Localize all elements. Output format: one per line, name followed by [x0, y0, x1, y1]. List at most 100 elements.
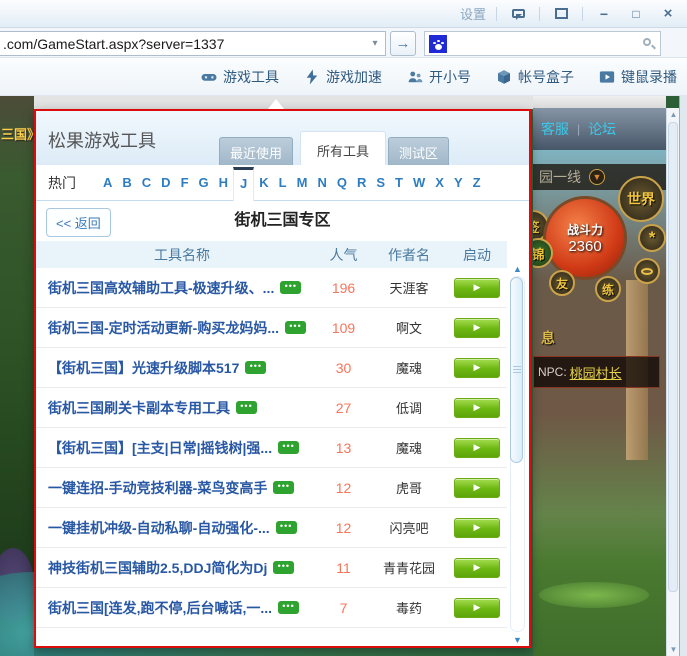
url-input[interactable]: .com/GameStart.aspx?server=1337 ▾ — [0, 31, 386, 56]
gear-icon[interactable]: * — [638, 224, 666, 252]
minimize-button[interactable]: − — [593, 5, 615, 23]
launch-button[interactable]: ▶ — [454, 517, 500, 538]
more-info-icon[interactable]: ••• — [285, 321, 306, 334]
scroll-thumb[interactable] — [510, 277, 523, 463]
table-row: 【街机三国】[主支|日常|摇钱树|强... ••• 13 魔魂 ▶ — [36, 428, 507, 468]
letter-m[interactable]: M — [296, 175, 309, 190]
popularity-value: 12 — [335, 519, 352, 536]
server-name: 园一线 — [539, 169, 581, 185]
toolbar-alt-account-button[interactable]: 开小号 — [406, 67, 471, 87]
letter-h[interactable]: H — [218, 175, 229, 190]
tool-link[interactable]: 一键连招-手动竞技利器-菜鸟变高手 — [48, 478, 267, 498]
tool-link[interactable]: 神技街机三国辅助2.5,DDJ简化为Dj — [48, 558, 267, 578]
more-info-icon[interactable]: ••• — [278, 601, 299, 614]
friends-button[interactable]: 友 — [549, 270, 575, 296]
popularity-value: 109 — [331, 319, 356, 336]
toolbar-game-tools-button[interactable]: 游戏工具 — [200, 67, 279, 87]
popularity-value: 7 — [339, 599, 348, 616]
scroll-down-icon[interactable]: ▼ — [511, 633, 524, 646]
table-row: 一键挂机冲级-自动私聊-自动强化-... ••• 12 闪亮吧 ▶ — [36, 508, 507, 548]
letter-z[interactable]: Z — [472, 175, 482, 190]
npc-link[interactable]: 桃园村长 — [570, 363, 622, 382]
tool-link[interactable]: 【街机三国】[主支|日常|摇钱树|强... — [48, 438, 272, 458]
hot-label[interactable]: 热门 — [48, 173, 76, 193]
letter-y[interactable]: Y — [453, 175, 464, 190]
launch-button[interactable]: ▶ — [454, 597, 500, 618]
url-text[interactable]: .com/GameStart.aspx?server=1337 — [0, 36, 365, 52]
dialog-scrollbar[interactable]: ▲ ▼ — [509, 262, 526, 646]
toolbar-account-box-button[interactable]: 帐号盒子 — [495, 67, 574, 87]
launch-button[interactable]: ▶ — [454, 277, 500, 298]
forum-link[interactable]: 论坛 — [588, 119, 616, 139]
author-name: 魔魂 — [395, 361, 422, 376]
tool-link[interactable]: 街机三国刷关卡副本专用工具 — [48, 398, 230, 418]
letter-n[interactable]: N — [316, 175, 327, 190]
eye-icon[interactable] — [634, 258, 660, 284]
more-info-icon[interactable]: ••• — [280, 281, 302, 294]
back-button[interactable]: << 返回 — [46, 208, 111, 237]
banner-dropdown-icon[interactable]: ▼ — [589, 169, 605, 185]
toolbar-macro-record-button[interactable]: 键鼠录播 — [598, 67, 677, 87]
feedback-icon[interactable] — [507, 5, 529, 23]
fullscreen-icon[interactable] — [550, 5, 572, 23]
customer-service-link[interactable]: 客服 — [541, 119, 569, 139]
letter-k[interactable]: K — [258, 175, 269, 190]
zone-header: << 返回 街机三国专区 — [36, 201, 529, 241]
combat-power-orb[interactable]: 战斗力 2360 — [543, 196, 627, 280]
launch-button[interactable]: ▶ — [454, 557, 500, 578]
dialog-header: 松果游戏工具 最近使用 所有工具 测试区 — [36, 111, 529, 168]
launch-button[interactable]: ▶ — [454, 357, 500, 378]
divider — [496, 6, 497, 21]
launch-button[interactable]: ▶ — [454, 397, 500, 418]
col-author: 作者名 — [388, 246, 430, 263]
launch-button[interactable]: ▶ — [454, 317, 500, 338]
url-dropdown-icon[interactable]: ▾ — [365, 38, 385, 49]
letter-b[interactable]: B — [121, 175, 132, 190]
more-info-icon[interactable]: ••• — [245, 361, 267, 374]
scroll-up-icon[interactable]: ▲ — [511, 262, 524, 275]
letter-d[interactable]: D — [160, 175, 171, 190]
letter-j-active[interactable]: J — [233, 166, 255, 201]
maximize-button[interactable]: □ — [625, 5, 647, 23]
toolbar-game-boost-button[interactable]: 游戏加速 — [303, 67, 382, 87]
launch-button[interactable]: ▶ — [454, 477, 500, 498]
tool-link[interactable]: 一键挂机冲级-自动私聊-自动强化-... — [48, 518, 270, 538]
popularity-value: 27 — [335, 399, 352, 416]
record-icon — [599, 70, 615, 83]
world-button[interactable]: 世界 — [618, 176, 664, 222]
launch-button[interactable]: ▶ — [454, 437, 500, 458]
tab-recently-used[interactable]: 最近使用 — [219, 137, 294, 168]
more-info-icon[interactable]: ••• — [273, 481, 295, 494]
tab-all-tools[interactable]: 所有工具 — [300, 131, 387, 165]
browser-scroll-thumb[interactable] — [668, 122, 678, 592]
letter-g[interactable]: G — [198, 175, 210, 190]
go-button[interactable]: → — [390, 31, 416, 56]
more-info-icon[interactable]: ••• — [236, 401, 257, 414]
close-window-button[interactable]: × — [657, 5, 679, 23]
letter-l[interactable]: L — [278, 175, 288, 190]
browser-scrollbar[interactable]: ▲ ▼ — [666, 108, 679, 656]
table-row: 一键连招-手动竞技利器-菜鸟变高手 ••• 12 虎哥 ▶ — [36, 468, 507, 508]
search-icon[interactable] — [642, 37, 656, 51]
more-info-icon[interactable]: ••• — [275, 521, 297, 534]
search-input[interactable] — [424, 31, 661, 56]
tool-link[interactable]: 街机三国高效辅助工具-极速升级、... — [48, 278, 274, 298]
train-button[interactable]: 练 — [595, 276, 621, 302]
more-info-icon[interactable]: ••• — [278, 441, 300, 454]
settings-button[interactable]: 设置 — [460, 4, 486, 23]
letter-x[interactable]: X — [434, 175, 445, 190]
more-info-icon[interactable]: ••• — [273, 561, 295, 574]
table-row: 街机三国-定时活动更新-购买龙妈妈... ••• 109 啊文 ▶ — [36, 308, 507, 348]
letter-w[interactable]: W — [412, 175, 426, 190]
letter-q[interactable]: Q — [336, 175, 348, 190]
letter-r[interactable]: R — [356, 175, 367, 190]
letter-c[interactable]: C — [141, 175, 152, 190]
tool-link[interactable]: 街机三国[连发,跑不停,后台喊话,一... — [48, 598, 272, 618]
letter-s[interactable]: S — [375, 175, 386, 190]
letter-t[interactable]: T — [394, 175, 404, 190]
tool-link[interactable]: 【街机三国】光速升级脚本517 — [48, 358, 239, 378]
letter-a[interactable]: A — [102, 175, 113, 190]
tab-test-zone[interactable]: 测试区 — [388, 137, 450, 168]
tool-link[interactable]: 街机三国-定时活动更新-购买龙妈妈... — [48, 318, 279, 338]
letter-f[interactable]: F — [180, 175, 190, 190]
